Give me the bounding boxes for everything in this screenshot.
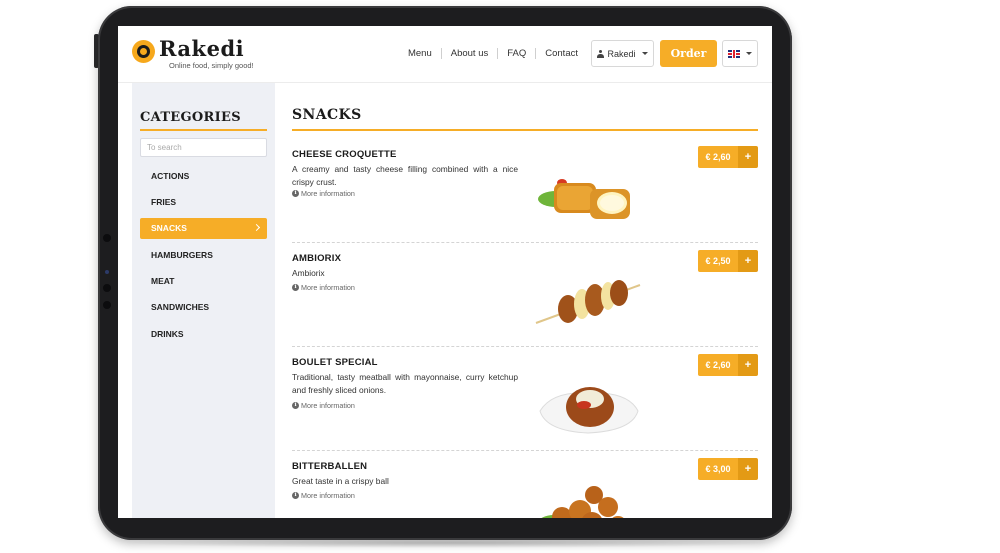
product-card: AMBIORIX Ambiorix i More information € 2… (292, 243, 758, 347)
plus-icon: + (738, 250, 758, 272)
product-name: BOULET SPECIAL (292, 357, 378, 368)
nav-item-contact[interactable]: Contact (536, 48, 587, 59)
info-icon: i (292, 492, 299, 499)
bitterballen-image (541, 486, 624, 518)
user-menu-button[interactable]: Rakedi (591, 40, 654, 67)
section-title: SNACKS (292, 107, 362, 123)
plus-icon: + (738, 458, 758, 480)
chevron-right-icon (252, 223, 261, 231)
categories-sidebar: CATEGORIES To search ACTIONS FRIES SNACK… (132, 83, 275, 518)
more-info-link[interactable]: i More information (292, 401, 355, 410)
tablet-camera-dot (103, 284, 111, 292)
product-price: € 3,00 (698, 458, 738, 480)
cheese-croquette-image (538, 179, 630, 219)
nav-item-menu[interactable]: Menu (399, 48, 441, 59)
product-section: SNACKS CHEESE CROQUETTE A creamy and tas… (292, 83, 758, 518)
category-item-hamburgers[interactable]: HAMBURGERS (140, 242, 267, 268)
product-name: CHEESE CROQUETTE (292, 149, 397, 160)
ambiorix-skewer-image (535, 280, 641, 324)
product-card: CHEESE CROQUETTE A creamy and tasty chee… (292, 139, 758, 243)
user-icon (597, 49, 605, 58)
tablet-camera-dot (103, 301, 111, 309)
tablet-screen: Rakedi Online food, simply good! Menu Ab… (118, 26, 772, 518)
nav-item-faq[interactable]: FAQ (498, 48, 535, 59)
product-price: € 2,60 (698, 354, 738, 376)
product-card: BOULET SPECIAL Traditional, tasty meatba… (292, 347, 758, 451)
category-list: ACTIONS FRIES SNACKS HAMBURGERS MEAT SAN… (140, 163, 267, 347)
order-button[interactable]: Order (660, 40, 717, 67)
more-info-label: More information (301, 283, 355, 292)
product-description: Traditional, tasty meatball with mayonna… (292, 372, 518, 395)
language-selector[interactable] (722, 40, 758, 67)
product-name: BITTERBALLEN (292, 461, 368, 472)
tablet-sensor-dot (105, 270, 109, 274)
add-to-cart-button[interactable]: € 2,60 + (698, 354, 758, 376)
product-price: € 2,50 (698, 250, 738, 272)
chevron-down-icon (641, 52, 648, 55)
brand-logo[interactable]: Rakedi Online food, simply good! (132, 38, 254, 70)
more-info-link[interactable]: i More information (292, 189, 355, 198)
nav-item-about-us[interactable]: About us (442, 48, 498, 59)
category-item-snacks[interactable]: SNACKS (140, 217, 267, 239)
info-icon: i (292, 190, 299, 197)
more-info-label: More information (301, 491, 355, 500)
plus-icon: + (738, 354, 758, 376)
product-price: € 2,60 (698, 146, 738, 168)
category-item-actions[interactable]: ACTIONS (140, 163, 267, 189)
more-info-label: More information (301, 401, 355, 410)
category-item-fries[interactable]: FRIES (140, 189, 267, 215)
logo-mark-icon (132, 40, 155, 63)
site-header: Rakedi Online food, simply good! Menu Ab… (118, 26, 772, 83)
tablet-camera-dot (103, 234, 111, 242)
info-icon: i (292, 402, 299, 409)
add-to-cart-button[interactable]: € 2,60 + (698, 146, 758, 168)
category-item-drinks[interactable]: DRINKS (140, 320, 267, 346)
info-icon: i (292, 284, 299, 291)
product-name: AMBIORIX (292, 253, 342, 264)
brand-tagline: Online food, simply good! (169, 61, 254, 70)
product-description: Ambiorix (292, 268, 325, 278)
add-to-cart-button[interactable]: € 3,00 + (698, 458, 758, 480)
more-info-link[interactable]: i More information (292, 491, 355, 500)
category-item-sandwiches[interactable]: SANDWICHES (140, 294, 267, 320)
search-input[interactable]: To search (140, 138, 267, 157)
add-to-cart-button[interactable]: € 2,50 + (698, 250, 758, 272)
boulet-special-image (539, 387, 639, 434)
categories-heading: CATEGORIES (140, 110, 241, 125)
brand-name: Rakedi (159, 36, 245, 61)
category-label: SNACKS (151, 223, 187, 234)
plus-icon: + (738, 146, 758, 168)
more-info-link[interactable]: i More information (292, 283, 355, 292)
user-name: Rakedi (607, 48, 636, 59)
uk-flag-icon (728, 49, 740, 58)
product-description: Great taste in a crispy ball (292, 476, 389, 486)
section-underline (292, 129, 758, 131)
more-info-label: More information (301, 189, 355, 198)
main-nav: Menu About us FAQ Contact (399, 48, 587, 59)
category-item-meat[interactable]: MEAT (140, 268, 267, 294)
heading-underline (140, 129, 267, 131)
chevron-down-icon (746, 52, 752, 55)
product-description: A creamy and tasty cheese filling combin… (292, 164, 518, 187)
product-card: BITTERBALLEN Great taste in a crispy bal… (292, 451, 758, 518)
